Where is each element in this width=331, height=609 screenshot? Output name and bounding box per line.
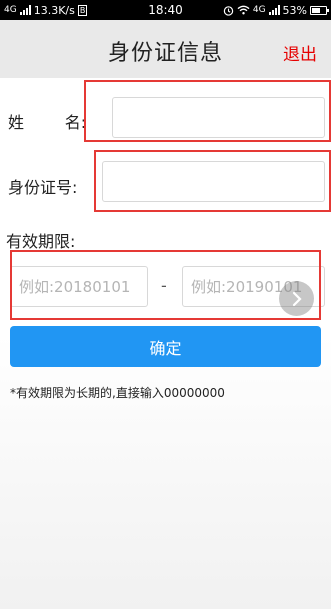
screen: 4G 13.3K/s B 18:40 4G 53% 身份证信息 退出 姓 名: … (0, 0, 331, 609)
wifi-icon (237, 5, 250, 15)
alarm-icon (223, 5, 234, 16)
clock: 18:40 (148, 3, 183, 17)
validity-start-input[interactable] (10, 266, 148, 307)
logout-button[interactable]: 退出 (283, 40, 317, 65)
name-input[interactable] (112, 97, 325, 138)
status-bar: 4G 13.3K/s B 18:40 4G 53% (0, 0, 331, 20)
status-left: 4G 13.3K/s B (4, 3, 88, 17)
network-speed: 13.3K/s (33, 3, 75, 17)
page-title: 身份证信息 (107, 41, 223, 66)
battery-percent: 53% (282, 3, 307, 17)
signal-icon (19, 5, 31, 15)
id-number-label: 身份证号: (8, 178, 78, 197)
name-label: 姓 名: (8, 113, 87, 132)
network-type-right: 4G (252, 5, 266, 15)
chevron-right-icon[interactable] (279, 281, 314, 316)
date-separator: - (161, 276, 167, 295)
id-number-input[interactable] (102, 161, 325, 202)
validity-label: 有效期限: (6, 232, 76, 251)
network-type: 4G (4, 5, 17, 15)
confirm-button[interactable]: 确定 (10, 326, 321, 367)
header: 身份证信息 退出 (0, 20, 331, 78)
status-right: 4G 53% (223, 3, 329, 17)
sim-badge: B (77, 4, 88, 16)
validity-hint: *有效期限为长期的,直接输入00000000 (10, 386, 225, 400)
battery-icon (310, 5, 329, 15)
signal-icon (268, 5, 280, 15)
